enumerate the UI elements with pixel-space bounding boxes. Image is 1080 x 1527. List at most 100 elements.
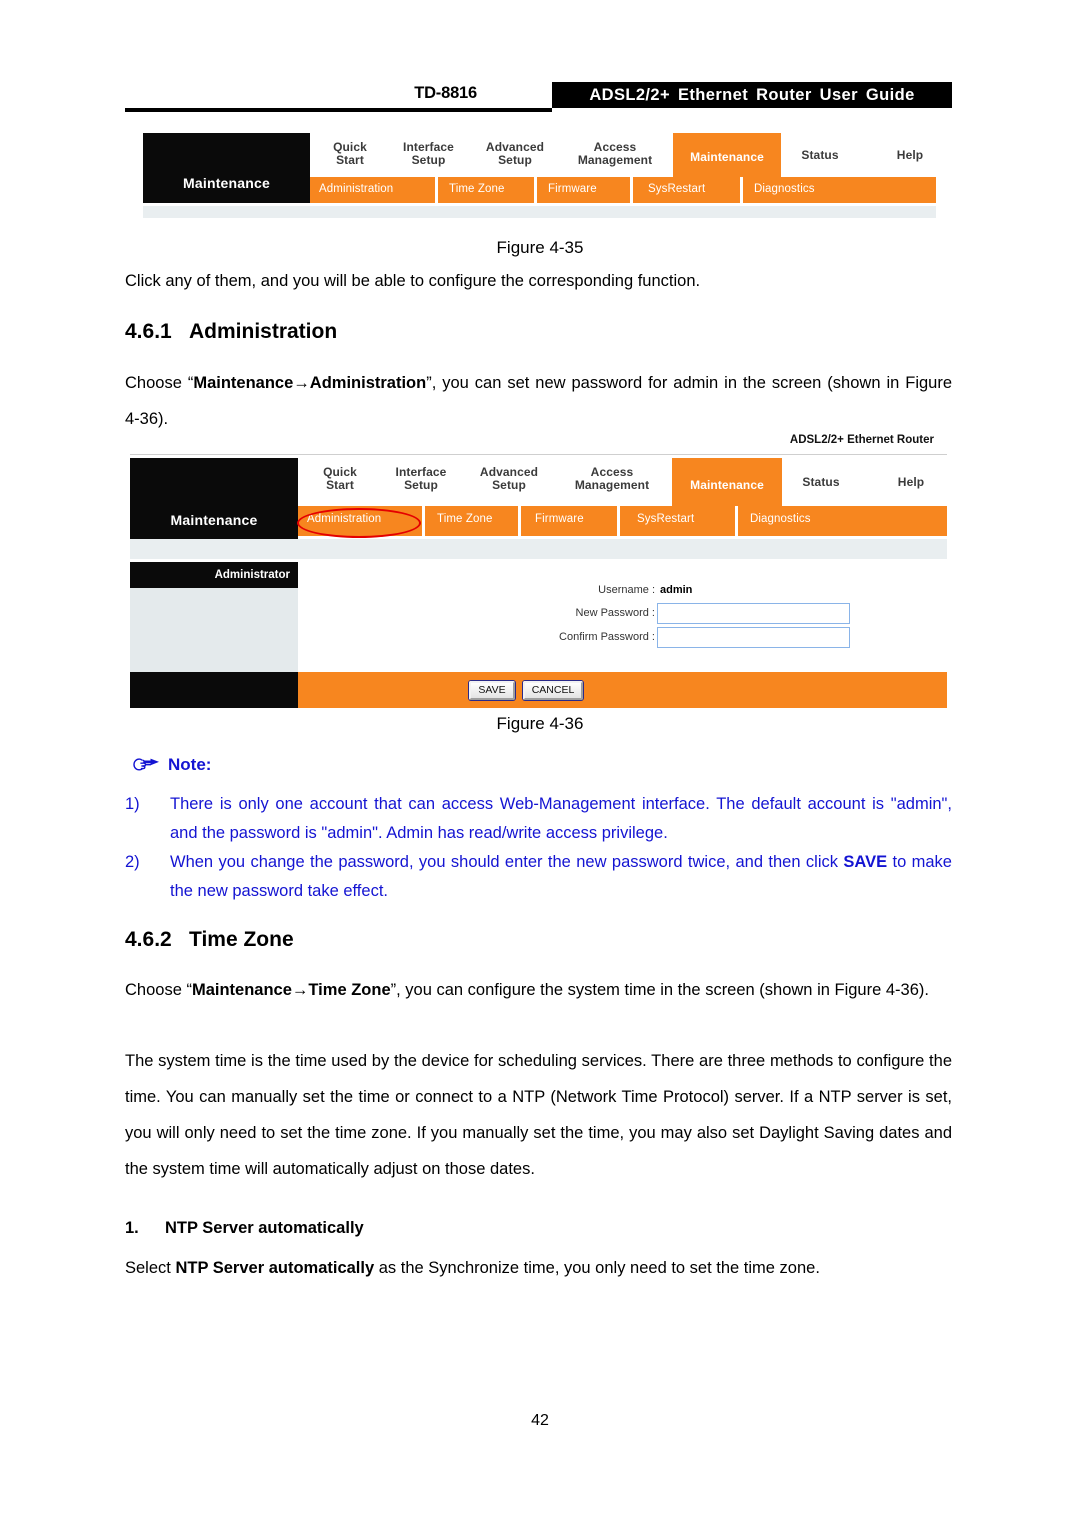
fig1-tab-access-management[interactable]: Access Management — [560, 140, 670, 168]
note-item-2-text: When you change the password, you should… — [170, 848, 952, 906]
fig2-subtab-time-zone[interactable]: Time Zone — [437, 513, 492, 525]
fig1-tab-help-label: Help — [896, 148, 924, 162]
fig2-tab-interface-setup[interactable]: Interface Setup — [379, 465, 463, 493]
figure-4-35-screenshot: Maintenance Quick Start Interface Setup … — [125, 128, 952, 218]
fig1-tab-access-management-line1: Access — [593, 140, 637, 154]
para2-bold-maintenance: Maintenance — [193, 374, 294, 392]
heading-4-6-2-number: 4.6.2 — [125, 928, 172, 951]
fig1-subtab-diagnostics[interactable]: Diagnostics — [754, 183, 815, 195]
fig1-tab-quick-start[interactable]: Quick Start — [313, 140, 387, 168]
username-value: admin — [660, 584, 693, 596]
confirm-password-label: Confirm Password : — [559, 631, 655, 643]
para2-pre: Choose “ — [125, 374, 194, 392]
fig1-logo-label: Maintenance — [183, 175, 270, 191]
fig2-tab-help-label: Help — [897, 475, 925, 489]
note-item-2-bold-save: SAVE — [843, 853, 888, 871]
fig1-subtab-firmware[interactable]: Firmware — [548, 183, 597, 195]
new-password-label: New Password : — [575, 607, 655, 619]
paragraph-choose-time-zone: Choose “Maintenance→Time Zone”, you can … — [125, 972, 952, 1008]
fig1-logo-box: Maintenance — [143, 133, 310, 203]
subheading-title: NTP Server automatically — [165, 1219, 364, 1237]
heading-4-6-1-title: Administration — [189, 320, 338, 343]
para3-arrow-icon: → — [291, 981, 309, 999]
figure-4-35-caption: Figure 4-35 — [496, 238, 584, 257]
fig1-tab-interface-setup-line1: Interface — [403, 140, 454, 154]
fig1-tab-advanced-setup[interactable]: Advanced Setup — [470, 140, 560, 168]
fig1-subtab-administration-label: Administration — [319, 183, 394, 195]
figure-4-36-screenshot: ADSL2/2+ Ethernet Router Maintenance Qui… — [125, 432, 952, 708]
para5-pre: Select — [125, 1259, 176, 1277]
heading-4-6-2-title: Time Zone — [189, 928, 294, 951]
save-button[interactable]: SAVE — [469, 681, 515, 700]
fig2-subtab-time-zone-label: Time Zone — [437, 513, 493, 525]
fig1-tab-maintenance[interactable]: Maintenance — [673, 133, 781, 182]
fig2-subnav-separator-4 — [735, 506, 738, 536]
fig2-subtab-sysrestart-label: SysRestart — [637, 513, 695, 525]
paragraph-system-time: The system time is the time used by the … — [125, 1052, 952, 1178]
fig2-footer-bar — [298, 672, 947, 708]
fig2-tab-quick-start[interactable]: Quick Start — [301, 465, 379, 493]
fig2-subtab-firmware-label: Firmware — [535, 513, 584, 525]
fig1-subtab-administration[interactable]: Administration — [319, 183, 393, 195]
fig1-sub-nav — [310, 177, 936, 203]
fig1-subtab-time-zone[interactable]: Time Zone — [449, 183, 504, 195]
fig2-subnav-separator-1 — [422, 506, 425, 536]
note-item-2-pre: When you change the password, you should… — [170, 853, 844, 871]
paragraph-choose-administration: Choose “Maintenance→Administration”, you… — [125, 365, 952, 437]
fig1-subnav-separator-3 — [630, 177, 633, 203]
para3-pre: Choose “ — [125, 981, 192, 999]
fig2-tab-help[interactable]: Help — [876, 475, 946, 489]
fig2-subnav-separator-3 — [617, 506, 620, 536]
heading-4-6-1: 4.6.1 Administration — [125, 320, 337, 344]
fig1-subnav-separator-1 — [435, 177, 438, 203]
fig1-content-strip — [143, 206, 936, 218]
fig1-tab-quick-start-line2: Start — [336, 153, 364, 168]
fig2-subnav-separator-2 — [518, 506, 521, 536]
fig2-tab-interface-setup-line2: Setup — [404, 478, 438, 493]
fig1-tab-access-management-line2: Management — [577, 153, 653, 168]
field-row-username: Username : admin — [305, 579, 825, 601]
fig2-tab-access-management-line2: Management — [574, 478, 650, 493]
fig2-tab-advanced-setup-line1: Advanced — [479, 465, 539, 479]
fig2-footer-left-black — [130, 672, 298, 708]
paragraph-click-any: Click any of them, and you will be able … — [125, 272, 701, 290]
fig2-tab-advanced-setup[interactable]: Advanced Setup — [463, 465, 555, 493]
fig2-tab-access-management-line1: Access — [590, 465, 634, 479]
header-title-bar: ADSL2/2+ Ethernet Router User Guide — [552, 82, 952, 108]
fig2-tab-advanced-setup-line2: Setup — [492, 478, 526, 493]
cancel-button[interactable]: CANCEL — [523, 681, 583, 700]
header-title: ADSL2/2+ Ethernet Router User Guide — [589, 86, 915, 104]
fig2-tab-maintenance[interactable]: Maintenance — [672, 458, 782, 513]
fig2-subtab-diagnostics-label: Diagnostics — [750, 513, 811, 525]
fig2-subtab-sysrestart[interactable]: SysRestart — [637, 513, 694, 525]
fig2-tab-interface-setup-line1: Interface — [395, 465, 447, 479]
fig1-tab-interface-setup[interactable]: Interface Setup — [387, 140, 470, 168]
fig2-tab-quick-start-line2: Start — [326, 478, 354, 493]
fig2-tab-status[interactable]: Status — [786, 475, 856, 489]
fig1-subtab-diagnostics-label: Diagnostics — [754, 183, 815, 195]
fig1-tab-quick-start-line1: Quick — [333, 140, 367, 154]
fig2-subtab-diagnostics[interactable]: Diagnostics — [750, 513, 811, 525]
fig1-subtab-sysrestart[interactable]: SysRestart — [648, 183, 705, 195]
confirm-password-input[interactable] — [657, 627, 850, 648]
pointing-hand-icon — [131, 754, 161, 776]
fig2-tab-access-management[interactable]: Access Management — [555, 465, 669, 493]
administration-highlight-ellipse — [297, 508, 421, 538]
note-item-1: 1) There is only one account that can ac… — [125, 790, 952, 848]
fig1-tab-advanced-setup-line2: Setup — [498, 153, 532, 168]
fig2-subtab-firmware[interactable]: Firmware — [535, 513, 584, 525]
field-row-confirm-password: Confirm Password : — [305, 626, 850, 648]
para2-bold-administration: Administration — [309, 374, 427, 392]
document-header: TD-8816 ADSL2/2+ Ethernet Router User Gu… — [125, 82, 952, 112]
new-password-input[interactable] — [657, 603, 850, 624]
para5-post: as the Synchronize time, you only need t… — [374, 1259, 820, 1277]
fig1-subtab-time-zone-label: Time Zone — [449, 183, 505, 195]
heading-4-6-1-number: 4.6.1 — [125, 320, 172, 343]
para2-arrow-icon: → — [293, 374, 310, 392]
fig1-tab-status[interactable]: Status — [785, 148, 855, 162]
fig1-tab-help[interactable]: Help — [875, 148, 945, 162]
para3-bold-maintenance: Maintenance — [191, 981, 292, 999]
fig1-tab-maintenance-label: Maintenance — [690, 150, 764, 164]
fig1-subnav-separator-2 — [534, 177, 537, 203]
note-item-1-text: There is only one account that can acces… — [170, 795, 952, 842]
